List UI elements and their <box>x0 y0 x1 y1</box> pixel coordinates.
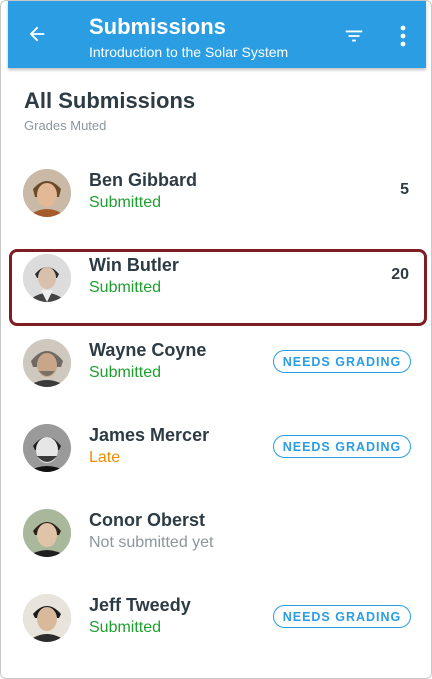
avatar <box>23 594 71 642</box>
needs-grading-badge: NEEDS GRADING <box>273 435 411 458</box>
avatar <box>23 169 71 217</box>
more-vert-icon <box>400 25 406 47</box>
submission-status: Submitted <box>89 194 162 211</box>
filter-button[interactable] <box>341 23 367 49</box>
section-subtitle: Grades Muted <box>24 118 107 133</box>
student-name: James Mercer <box>89 425 210 445</box>
avatar <box>23 424 71 472</box>
page-title: Submissions <box>89 14 226 39</box>
avatar <box>23 339 71 387</box>
submission-row[interactable]: Ben Gibbard Submitted 5 <box>1 169 431 254</box>
student-name: Ben Gibbard <box>89 170 198 190</box>
submission-row[interactable]: Wayne Coyne Submitted NEEDS GRADING <box>1 339 431 424</box>
submission-status: Not submitted yet <box>89 534 214 551</box>
filter-icon <box>345 30 363 42</box>
more-options-button[interactable] <box>393 21 413 51</box>
course-subtitle: Introduction to the Solar System <box>89 44 289 60</box>
submission-row[interactable]: Jeff Tweedy Submitted NEEDS GRADING <box>1 594 431 678</box>
submission-row-highlighted[interactable]: Win Butler Submitted 20 <box>1 249 431 339</box>
needs-grading-badge: NEEDS GRADING <box>273 350 411 373</box>
student-name: Jeff Tweedy <box>89 595 191 615</box>
app-frame: Submissions Introduction to the Solar Sy… <box>0 0 432 679</box>
submission-row[interactable]: Conor Oberst Not submitted yet <box>1 509 431 594</box>
student-name: Conor Oberst <box>89 510 206 530</box>
student-name: Wayne Coyne <box>89 340 207 360</box>
needs-grading-badge: NEEDS GRADING <box>273 605 411 628</box>
submission-status: Submitted <box>89 619 162 636</box>
submission-status: Submitted <box>89 364 162 381</box>
submission-status: Late <box>89 449 121 466</box>
app-bar: Submissions Introduction to the Solar Sy… <box>8 1 426 68</box>
avatar <box>23 254 71 302</box>
section-title: All Submissions <box>24 88 196 113</box>
submission-status: Submitted <box>89 279 162 296</box>
back-button[interactable] <box>22 19 52 49</box>
avatar <box>23 509 71 557</box>
back-arrow-icon <box>29 26 45 42</box>
submission-row[interactable]: James Mercer Late NEEDS GRADING <box>1 424 431 509</box>
student-name: Win Butler <box>89 255 179 275</box>
grade-value: 20 <box>391 266 409 283</box>
grade-value: 5 <box>400 181 409 198</box>
